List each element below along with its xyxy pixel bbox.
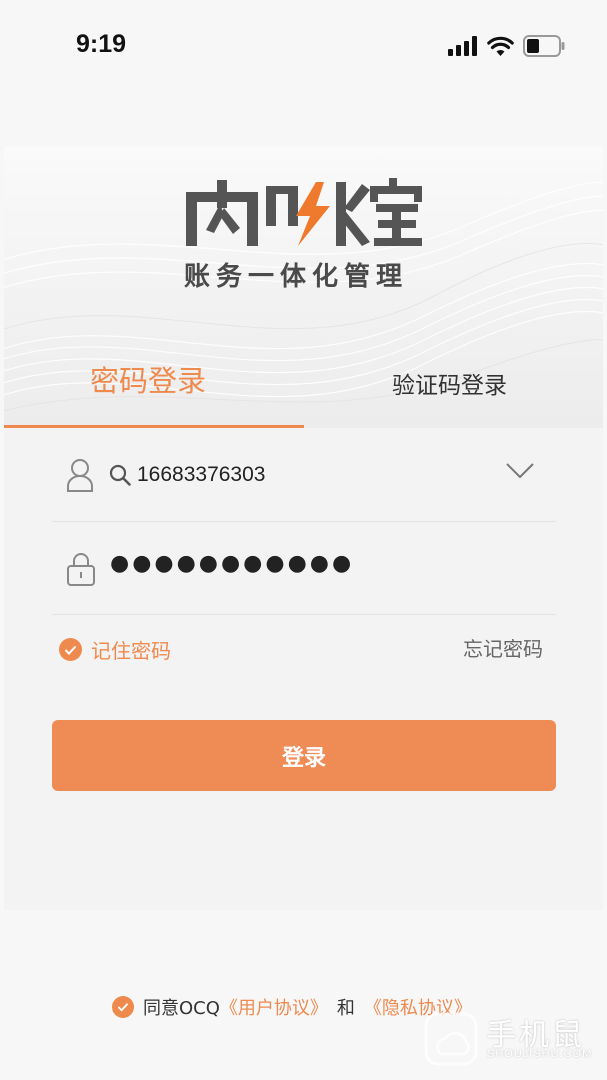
watermark-subtitle: SHOUJISHU.COM: [487, 1048, 593, 1060]
checked-circle-icon: [59, 638, 82, 661]
search-icon: [109, 464, 131, 486]
remember-password-label: 记住密码: [91, 639, 171, 663]
tab-sms-login[interactable]: 验证码登录: [392, 366, 507, 416]
status-icons: [448, 33, 565, 59]
tab-password-login[interactable]: 密码登录: [90, 358, 206, 408]
chevron-down-icon[interactable]: [505, 462, 535, 480]
remember-password-checkbox[interactable]: 记住密码: [59, 635, 171, 664]
status-time: 9:19: [76, 30, 127, 58]
cellular-signal-icon: [448, 36, 477, 56]
agreement-row: 同意OCQ 《用户协议》 和 《隐私协议》: [112, 994, 472, 1020]
forgot-password-link[interactable]: 忘记密码: [463, 633, 543, 662]
wifi-icon: [487, 36, 514, 56]
agreement-conjunction: 和: [336, 998, 355, 1019]
lightning-icon: [296, 182, 330, 246]
logo: [186, 178, 422, 246]
status-bar: 9:19: [0, 0, 607, 90]
user-icon: [67, 459, 93, 492]
login-button[interactable]: 登录: [52, 720, 556, 791]
lock-icon: [67, 553, 95, 586]
agreement-prefix: 同意OCQ: [143, 998, 220, 1019]
battery-icon: [523, 35, 565, 57]
slogan: 账务一体化管理: [184, 262, 409, 292]
user-agreement-link[interactable]: 《用户协议》: [220, 994, 328, 1020]
agreement-checkbox[interactable]: [112, 996, 134, 1018]
account-input[interactable]: [137, 460, 467, 490]
password-input[interactable]: ●●●●●●●●●●●: [110, 551, 440, 587]
